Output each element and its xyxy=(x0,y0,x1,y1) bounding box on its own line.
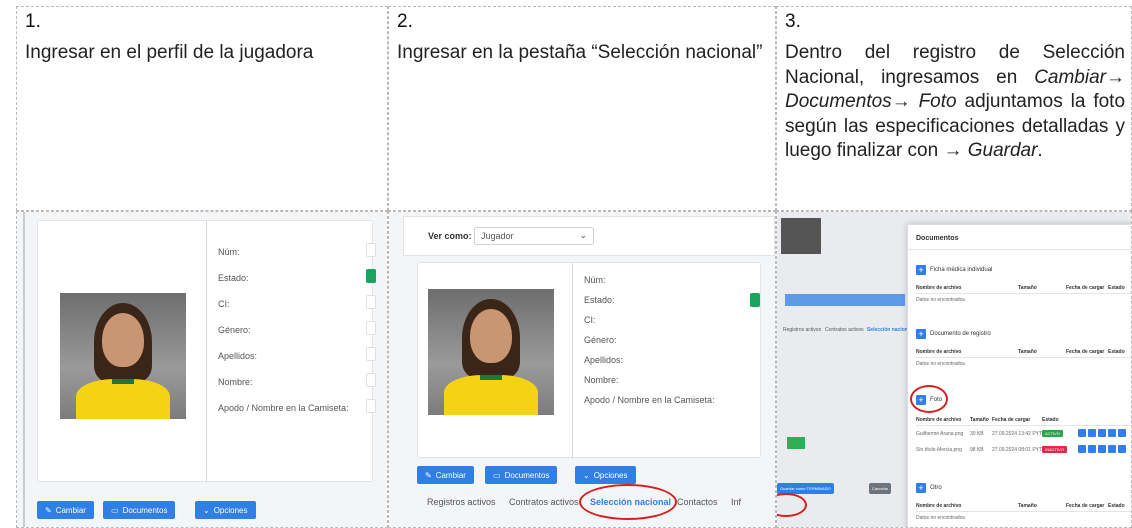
field-ci: CI: xyxy=(584,315,596,325)
cambiar-button[interactable]: ✎ Cambiar xyxy=(37,501,94,519)
field-apellidos: Apellidos: xyxy=(218,351,258,361)
pencil-icon: ✎ xyxy=(425,470,432,480)
documents-screen: Registros activos Contratos activos Sele… xyxy=(777,212,1131,527)
cancelar-button[interactable]: Cancelar xyxy=(869,483,892,494)
modal-title: Documentos xyxy=(916,235,959,242)
pencil-icon: ✎ xyxy=(45,505,52,515)
opciones-button[interactable]: ⌄ Opciones xyxy=(575,466,636,484)
field-apodo: Apodo / Nombre en la Camiseta: xyxy=(584,395,715,405)
step-3-number: 3. xyxy=(785,11,801,32)
path-cambiar: Cambiar xyxy=(1034,66,1106,88)
status-badge: INACTIVO xyxy=(1042,446,1067,453)
profile-tabs-screen: Ver como: Jugador ⌄ Núm: Estado: CI: Gén… xyxy=(389,212,775,527)
field-genero: Género: xyxy=(218,325,251,335)
add-icon: + xyxy=(916,483,926,493)
chevron-down-icon: ⌄ xyxy=(203,505,210,515)
player-photo xyxy=(60,293,186,419)
field-apellidos: Apellidos: xyxy=(584,355,624,365)
arrow-icon: → xyxy=(1106,66,1125,88)
final-action-guardar: Guardar xyxy=(967,140,1038,161)
add-icon: + xyxy=(916,329,926,339)
tab-info[interactable]: Inf xyxy=(731,497,741,507)
chevron-down-icon: ⌄ xyxy=(583,470,590,480)
path-foto: Foto xyxy=(918,91,957,112)
step-2-cell: 2. Ingresar en la pestaña “Selección nac… xyxy=(388,6,776,211)
step-3-screenshot: Registros activos Contratos activos Sele… xyxy=(776,211,1132,528)
row-actions[interactable] xyxy=(1078,429,1126,437)
section-ficha-medica[interactable]: + Ficha médica individual xyxy=(916,265,992,275)
highlight-oval-guardar xyxy=(777,493,807,517)
step-1-text: Ingresar en el perfil de la jugadora xyxy=(25,42,314,63)
view-as-select[interactable]: Jugador ⌄ xyxy=(474,227,594,245)
profile-card: Núm: Estado: CI: Género: Apellidos: Nomb… xyxy=(417,262,761,459)
field-apodo: Apodo / Nombre en la Camiseta: xyxy=(218,403,349,413)
field-ci: CI: xyxy=(218,299,230,309)
instruction-table: 1. Ingresar en el perfil de la jugadora … xyxy=(16,6,1132,528)
step-2-number: 2. xyxy=(397,11,413,32)
step-3-text-end: . xyxy=(1037,140,1043,161)
path-documentos: Documentos xyxy=(785,91,892,112)
arrow-icon: → xyxy=(891,91,911,112)
add-icon: + xyxy=(916,265,926,275)
field-num: Núm: xyxy=(584,275,606,285)
field-num: Núm: xyxy=(218,247,240,257)
field-nombre: Nombre: xyxy=(584,375,619,385)
profile-card: Núm: Estado: CI: Género: Apellidos: Nomb… xyxy=(37,220,376,483)
documentos-button[interactable]: ▭ Documentos xyxy=(485,466,558,484)
documents-modal: Documentos + Ficha médica individual Nomb… xyxy=(907,224,1131,527)
step-3-text: Dentro del registro de Selección Naciona… xyxy=(785,41,1125,164)
tab-contratos-activos[interactable]: Contratos activos xyxy=(509,497,579,507)
player-photo xyxy=(428,289,554,415)
step-3-cell: 3. Dentro del registro de Selección Naci… xyxy=(776,6,1132,211)
step-2-text: Ingresar en la pestaña “Selección nacion… xyxy=(397,42,763,63)
step-1-cell: 1. Ingresar en el perfil de la jugadora xyxy=(16,6,388,211)
cambiar-button[interactable]: ✎ Cambiar xyxy=(417,466,474,484)
highlight-oval-foto xyxy=(910,385,948,413)
view-as-bar: Ver como: Jugador ⌄ xyxy=(403,216,775,256)
field-genero: Género: xyxy=(584,335,617,345)
step-1-screenshot: Núm: Estado: CI: Género: Apellidos: Nomb… xyxy=(16,211,388,528)
field-estado: Estado: xyxy=(584,295,615,305)
field-nombre: Nombre: xyxy=(218,377,253,387)
row-actions[interactable] xyxy=(1078,445,1126,453)
bg-photo-thumb xyxy=(781,218,821,254)
view-as-label: Ver como: xyxy=(428,231,472,241)
opciones-button[interactable]: ⌄ Opciones xyxy=(195,501,256,519)
section-otro[interactable]: + Otro xyxy=(916,483,942,493)
chevron-down-icon: ⌄ xyxy=(579,230,587,240)
step-2-screenshot: Ver como: Jugador ⌄ Núm: Estado: CI: Gén… xyxy=(388,211,776,528)
section-documento-registro[interactable]: + Documento de registro xyxy=(916,329,991,339)
step-1-number: 1. xyxy=(25,11,41,32)
tab-registros-activos[interactable]: Registros activos xyxy=(427,497,496,507)
profile-screen: Núm: Estado: CI: Género: Apellidos: Nomb… xyxy=(17,212,387,527)
documentos-button[interactable]: ▭ Documentos xyxy=(103,501,176,519)
foto-row-1-name: Guilherme Arana.png xyxy=(916,431,964,437)
field-estado: Estado: xyxy=(218,273,249,283)
folder-icon: ▭ xyxy=(111,505,119,515)
highlight-oval xyxy=(579,484,677,520)
foto-row-2-name: Sin título-Mercia.png xyxy=(916,447,962,453)
arrow-icon: → xyxy=(943,140,963,161)
tab-contactos[interactable]: Contactos xyxy=(677,497,718,507)
status-badge: ACTIVO xyxy=(1042,430,1063,437)
folder-icon: ▭ xyxy=(493,470,501,480)
